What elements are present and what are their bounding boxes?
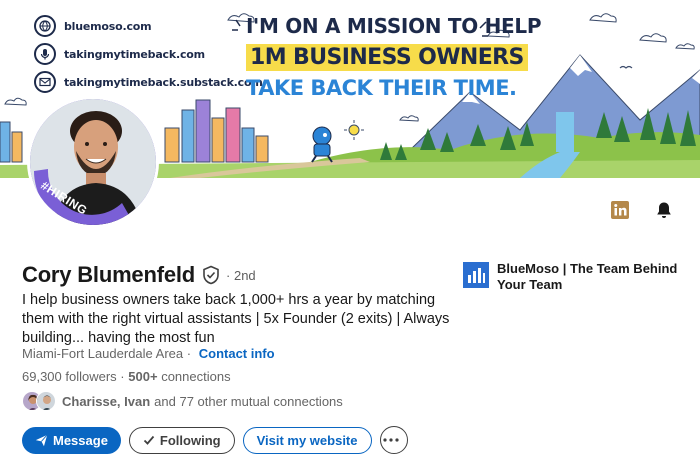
mutual-count: and 77 other mutual connections <box>154 393 343 409</box>
more-horizontal-icon <box>383 438 399 442</box>
banner-headline: I'M ON A MISSION TO HELP 1M BUSINESS OWN… <box>246 14 542 100</box>
profile-photo-image: #HIRING <box>30 99 156 225</box>
visit-website-button[interactable]: Visit my website <box>242 426 372 454</box>
verified-shield-icon[interactable] <box>202 265 220 285</box>
profile-actions: Message Following Visit my website <box>22 426 416 454</box>
connections-label[interactable]: connections <box>161 369 230 384</box>
banner-link-label: bluemoso.com <box>64 19 152 33</box>
newsletter-icon <box>34 71 56 93</box>
linkedin-premium-icon[interactable] <box>610 200 630 220</box>
profile-name: Cory Blumenfeld <box>22 262 196 287</box>
following-button[interactable]: Following <box>128 426 235 454</box>
separator: · <box>186 346 192 361</box>
banner-headline-line-3: TAKE BACK THEIR TIME. <box>246 76 517 100</box>
profile-headline: I help business owners take back 1,000+ … <box>22 292 450 346</box>
banner-link-website: bluemoso.com <box>34 14 263 38</box>
location-row: Miami-Fort Lauderdale Area · Contact inf… <box>22 346 275 361</box>
more-actions-button[interactable] <box>379 426 408 454</box>
visit-website-button-label: Visit my website <box>256 432 358 448</box>
contact-info-link[interactable]: Contact info <box>199 346 275 361</box>
banner-link-newsletter: takingmytimeback.substack.com <box>34 70 263 94</box>
banner-headline-line-1: I'M ON A MISSION TO HELP <box>246 14 542 38</box>
mutual-avatars <box>22 391 58 411</box>
current-company[interactable]: BlueMoso | The Team Behind Your Team <box>463 261 687 293</box>
company-logo <box>463 262 489 288</box>
globe-icon <box>34 15 56 37</box>
banner-headline-line-2: 1M BUSINESS OWNERS <box>246 44 528 71</box>
connection-degree: · 2nd <box>226 267 256 283</box>
banner-link-list: bluemoso.com takingmytimeback.com taking… <box>34 14 263 98</box>
message-button-label: Message <box>53 432 108 448</box>
banner-link-label: takingmytimeback.com <box>64 47 205 61</box>
company-name: BlueMoso | The Team Behind Your Team <box>497 261 678 292</box>
checkmark-icon <box>143 435 155 445</box>
profile-name-row: Cory Blumenfeld · 2nd <box>22 262 256 288</box>
microphone-icon <box>34 43 56 65</box>
following-button-label: Following <box>159 432 221 448</box>
message-button[interactable]: Message <box>22 426 121 454</box>
separator: · <box>120 369 125 384</box>
mutual-names: Charisse, Ivan <box>62 393 151 409</box>
mutual-connections[interactable]: Charisse, Ivan and 77 other mutual conne… <box>22 391 343 411</box>
bar-chart-logo-icon <box>463 262 489 288</box>
network-stats: 69,300 followers · 500+ connections <box>22 369 231 384</box>
banner-link-label: takingmytimeback.substack.com <box>64 75 263 89</box>
banner-link-podcast: takingmytimeback.com <box>34 42 263 66</box>
profile-photo[interactable]: #HIRING <box>27 96 159 228</box>
avatar <box>36 391 56 411</box>
followers-count: 69,300 followers <box>22 369 117 384</box>
send-icon <box>35 434 48 446</box>
connections-count[interactable]: 500+ <box>128 369 157 384</box>
runner-mascot <box>311 126 333 163</box>
notification-bell-icon[interactable] <box>654 200 674 220</box>
profile-location: Miami-Fort Lauderdale Area <box>22 346 184 361</box>
person-portrait <box>30 99 156 225</box>
